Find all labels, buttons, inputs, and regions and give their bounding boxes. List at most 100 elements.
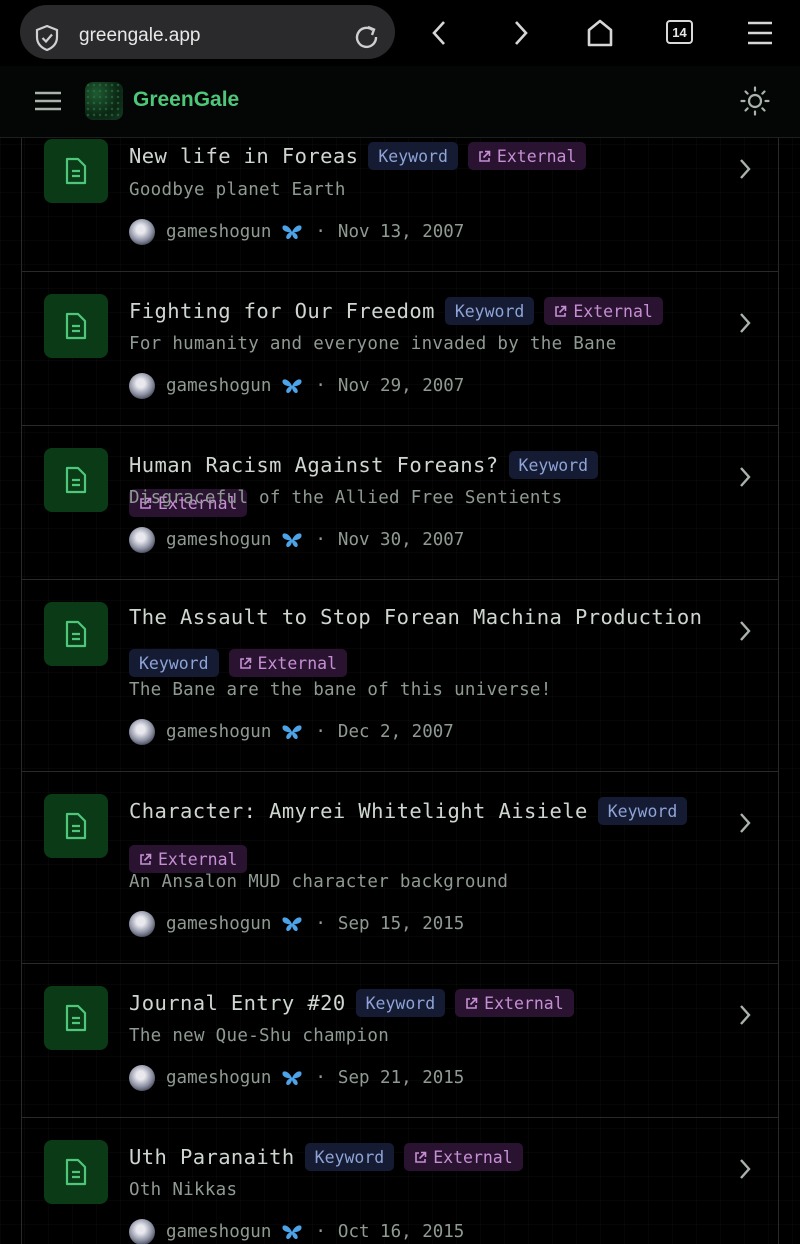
tabs-button[interactable]: 14 <box>666 20 693 44</box>
document-icon-tile <box>44 794 108 858</box>
post-title[interactable]: The Assault to Stop Forean Machina Produ… <box>129 605 702 629</box>
forward-icon[interactable] <box>504 18 536 48</box>
author-name[interactable]: gameshogun <box>166 1222 271 1242</box>
url-text[interactable]: greengale.app <box>79 25 201 47</box>
reload-icon[interactable] <box>353 24 381 52</box>
external-link-icon <box>239 657 251 669</box>
post-meta: gameshogun · Sep 21, 2015 <box>129 1065 464 1091</box>
document-icon-tile <box>44 294 108 358</box>
butterfly-icon <box>282 917 302 931</box>
avatar[interactable] <box>129 1065 155 1091</box>
avatar[interactable] <box>129 373 155 399</box>
butterfly-icon <box>282 1071 302 1085</box>
keyword-badge: Keyword <box>444 297 535 325</box>
author-name[interactable]: gameshogun <box>166 914 271 934</box>
post-item[interactable]: The Assault to Stop Forean Machina Produ… <box>22 580 778 772</box>
chevron-right-icon[interactable] <box>738 466 752 488</box>
shield-icon[interactable] <box>34 24 60 52</box>
post-date: Sep 21, 2015 <box>337 1068 465 1088</box>
post-item[interactable]: Human Racism Against Foreans? Keyword Ex… <box>22 426 778 580</box>
brand-name[interactable]: GreenGale <box>133 88 239 112</box>
document-icon <box>65 1158 87 1186</box>
keyword-badge: Keyword <box>129 649 219 677</box>
post-date: Nov 13, 2007 <box>337 222 465 242</box>
author-name[interactable]: gameshogun <box>166 722 271 742</box>
chevron-right-icon[interactable] <box>738 158 752 180</box>
avatar[interactable] <box>129 911 155 937</box>
external-link-icon <box>415 1151 427 1163</box>
document-icon <box>65 620 87 648</box>
author-name[interactable]: gameshogun <box>166 222 271 242</box>
document-icon <box>65 812 87 840</box>
hamburger-icon[interactable] <box>34 90 62 112</box>
logo[interactable] <box>85 82 123 120</box>
author-name[interactable]: gameshogun <box>166 1068 271 1088</box>
butterfly-icon <box>282 379 302 393</box>
external-badge: External <box>467 142 587 170</box>
post-title[interactable]: Fighting for Our Freedom <box>129 299 435 323</box>
avatar[interactable] <box>129 219 155 245</box>
external-badge: External <box>544 297 663 325</box>
post-subtitle: The new Que-Shu champion <box>129 1026 390 1046</box>
post-item[interactable]: Fighting for Our Freedom Keyword Externa… <box>22 272 778 426</box>
post-subtitle: An Ansalon MUD character background <box>129 872 509 892</box>
post-item[interactable]: Uth Paranaith Keyword External Oth Nikka… <box>22 1118 778 1244</box>
site-header: GreenGale <box>0 66 800 138</box>
keyword-badge: Keyword <box>368 142 458 170</box>
browser-toolbar: greengale.app 14 <box>0 0 800 66</box>
chevron-right-icon[interactable] <box>738 312 752 334</box>
post-title[interactable]: Journal Entry #20 <box>129 991 346 1015</box>
external-badge: External <box>455 989 574 1017</box>
avatar[interactable] <box>129 527 155 553</box>
chevron-right-icon[interactable] <box>738 1004 752 1026</box>
author-name[interactable]: gameshogun <box>166 376 271 396</box>
post-meta: gameshogun · Sep 15, 2015 <box>129 911 464 937</box>
post-title[interactable]: Character: Amyrei Whitelight Aisiele <box>129 799 588 823</box>
butterfly-icon <box>282 533 302 547</box>
external-link-icon <box>140 853 152 865</box>
external-badge: External <box>404 1143 523 1171</box>
author-name[interactable]: gameshogun <box>166 530 271 550</box>
avatar[interactable] <box>129 719 155 745</box>
keyword-badge: Keyword <box>355 989 446 1017</box>
home-icon[interactable] <box>584 18 616 48</box>
document-icon <box>65 312 87 340</box>
menu-icon[interactable] <box>744 18 776 48</box>
post-subtitle: For humanity and everyone invaded by the… <box>129 334 617 354</box>
keyword-badge: Keyword <box>597 797 688 825</box>
butterfly-icon <box>282 225 302 239</box>
chevron-right-icon[interactable] <box>738 1158 752 1180</box>
post-date: Nov 30, 2007 <box>337 530 465 550</box>
external-link-icon <box>555 305 567 317</box>
back-icon[interactable] <box>424 18 456 48</box>
post-title[interactable]: Uth Paranaith <box>129 1145 295 1169</box>
post-date: Oct 16, 2015 <box>337 1222 465 1242</box>
post-list: New life in Foreas Keyword External Good… <box>21 138 779 1244</box>
external-link-icon <box>466 997 478 1009</box>
post-item[interactable]: New life in Foreas Keyword External Good… <box>22 138 778 272</box>
post-item[interactable]: Character: Amyrei Whitelight Aisiele Key… <box>22 772 778 964</box>
post-item[interactable]: Journal Entry #20 Keyword External The n… <box>22 964 778 1118</box>
post-title[interactable]: New life in Foreas <box>129 144 358 168</box>
post-subtitle: Goodbye planet Earth <box>129 180 346 200</box>
avatar[interactable] <box>129 1219 155 1244</box>
keyword-badge: Keyword <box>304 1143 395 1171</box>
post-meta: gameshogun · Nov 13, 2007 <box>129 219 464 245</box>
chevron-right-icon[interactable] <box>738 620 752 642</box>
post-meta: gameshogun · Dec 2, 2007 <box>129 719 454 745</box>
address-bar[interactable]: greengale.app <box>20 5 395 59</box>
document-icon <box>65 157 87 185</box>
chevron-right-icon[interactable] <box>738 812 752 834</box>
post-meta: gameshogun · Oct 16, 2015 <box>129 1219 464 1244</box>
post-subtitle: Disgraceful of the Allied Free Sentients <box>129 488 563 508</box>
butterfly-icon <box>282 1225 302 1239</box>
document-icon-tile <box>44 448 108 512</box>
post-meta: gameshogun · Nov 29, 2007 <box>129 373 464 399</box>
post-date: Dec 2, 2007 <box>337 722 454 742</box>
theme-toggle-icon[interactable] <box>740 86 770 116</box>
external-badge: External <box>129 845 248 873</box>
post-date: Nov 29, 2007 <box>337 376 465 396</box>
external-link-icon <box>479 150 491 162</box>
post-title[interactable]: Human Racism Against Foreans? <box>129 453 499 477</box>
post-subtitle: Oth Nikkas <box>129 1180 238 1200</box>
